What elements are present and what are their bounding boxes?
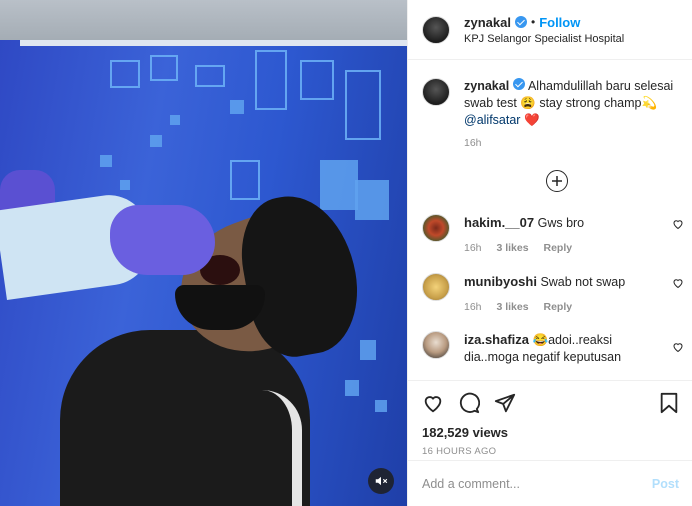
verified-badge-icon (514, 16, 527, 28)
comment-text: Swab not swap (540, 275, 626, 289)
comment-avatar[interactable] (422, 331, 450, 359)
emoji-heart: ❤️ (523, 113, 540, 127)
heart-icon[interactable] (672, 341, 684, 353)
verified-badge-icon (513, 78, 526, 90)
comment-username[interactable]: munibyoshi (464, 274, 537, 289)
caption-username[interactable]: zynakal (464, 79, 509, 93)
bookmark-icon[interactable] (659, 392, 679, 414)
comment-composer: Post (408, 460, 692, 506)
plus-circle-icon (552, 176, 562, 186)
comment-username[interactable]: iza.shafiza (464, 332, 529, 347)
comment-avatar[interactable] (422, 273, 450, 301)
follow-button[interactable]: Follow (539, 15, 580, 30)
reply-button[interactable]: Reply (544, 301, 573, 313)
comment-item: munibyoshi Swab not swap 16h 3 likes Rep… (422, 273, 684, 316)
emoji-laughing: 😂 (532, 333, 549, 347)
comment-text: Gws bro (537, 216, 585, 230)
comment-likes[interactable]: 3 likes (496, 242, 528, 254)
caption-text-2: stay strong champ (535, 96, 642, 110)
caption: zynakal Alhamdulillah baru selesai swab … (422, 78, 684, 149)
curtain-rail (20, 40, 407, 46)
heart-icon[interactable] (672, 277, 684, 289)
view-count[interactable]: 182,529 views (422, 425, 679, 440)
mention-link[interactable]: @alifsatar (464, 113, 520, 127)
header-username[interactable]: zynakal (464, 15, 511, 30)
caption-avatar[interactable] (422, 78, 450, 106)
emoji-dizzy: 💫 (641, 96, 658, 110)
load-more-comments-button[interactable] (546, 170, 568, 192)
comment-input[interactable] (422, 476, 652, 491)
reply-button[interactable]: Reply (544, 242, 573, 254)
post-header: zynakal • Follow KPJ Selangor Specialist… (408, 0, 692, 60)
post-timestamp[interactable]: 16 HOURS AGO (422, 446, 679, 457)
emoji-weary: 😩 (520, 96, 536, 110)
comment-item: iza.shafiza 😂adoi..reaksi dia..moga nega… (422, 331, 684, 366)
mute-button[interactable] (368, 468, 394, 494)
action-bar: 182,529 views 16 HOURS AGO (408, 380, 692, 457)
comment-username[interactable]: hakim.__07 (464, 215, 534, 230)
heart-icon[interactable] (672, 218, 684, 230)
comment-item: hakim.__07 Gws bro 16h 3 likes Reply (422, 214, 684, 257)
comment-time[interactable]: 16h (464, 301, 482, 313)
heart-icon[interactable] (422, 392, 444, 414)
glove-swab-hand (110, 205, 215, 275)
paper-plane-icon[interactable] (494, 392, 516, 414)
post-panel: zynakal • Follow KPJ Selangor Specialist… (407, 0, 692, 506)
post-video[interactable] (0, 0, 407, 506)
comment-likes[interactable]: 3 likes (496, 301, 528, 313)
post-button[interactable]: Post (652, 477, 679, 491)
location-link[interactable]: KPJ Selangor Specialist Hospital (464, 33, 624, 45)
comment-bubble-icon[interactable] (458, 392, 480, 414)
speaker-muted-icon (375, 476, 388, 486)
comment-avatar[interactable] (422, 214, 450, 242)
caption-time[interactable]: 16h (464, 137, 679, 149)
avatar[interactable] (422, 15, 450, 44)
comment-time[interactable]: 16h (464, 242, 482, 254)
separator-dot: • (530, 15, 536, 29)
